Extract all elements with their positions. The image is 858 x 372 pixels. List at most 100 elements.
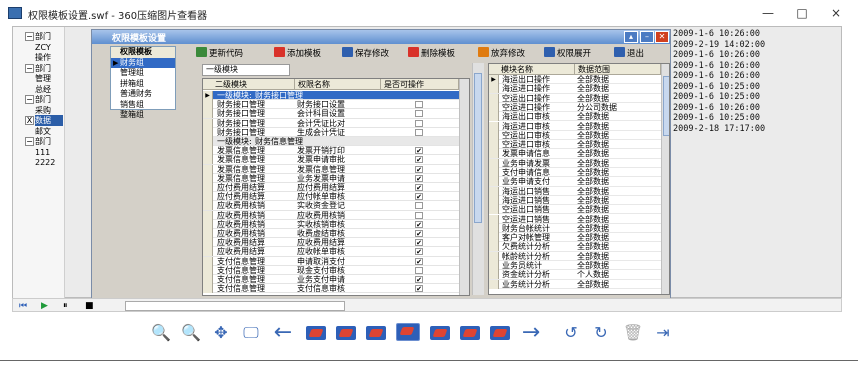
dialog-close-icon[interactable]: ✕	[655, 31, 669, 43]
left-tree-item[interactable]: 管理	[35, 73, 63, 84]
table-row[interactable]: 发票申请信息 全部数据	[489, 149, 661, 159]
export-icon[interactable]: ⇥	[652, 322, 674, 344]
left-tree-item[interactable]: 操作	[35, 52, 63, 63]
table-row[interactable]: 空运出口销售 全部数据	[489, 205, 661, 215]
frame-icon[interactable]: ⏮	[19, 301, 27, 311]
middle-scroll-thumb[interactable]	[474, 73, 482, 223]
stop-icon[interactable]: ■	[85, 301, 94, 311]
module-tab[interactable]: 一级模块	[202, 64, 290, 76]
table-row[interactable]: 发票信息管理 发票申请审批 ✔	[203, 155, 469, 165]
header-data-scope[interactable]: 数据范围	[575, 64, 661, 75]
left-tree-item[interactable]: 111	[35, 147, 63, 158]
delete-icon[interactable]: 🗑	[622, 322, 644, 344]
table-row[interactable]: 支付信息管理 业务支付申请 ✔	[203, 275, 469, 285]
table-row[interactable]: 支付信息管理 现金支付审核	[203, 265, 469, 275]
fit-window-icon[interactable]: ✥	[210, 322, 232, 344]
header-operable[interactable]: 是否可操作	[381, 79, 459, 90]
operable-checkbox[interactable]: ✔	[415, 184, 423, 192]
operable-checkbox[interactable]: ✔	[415, 239, 423, 247]
template-item[interactable]: 整箱组	[111, 110, 175, 121]
table-row[interactable]: 应收费用结算 应收帐单审核 ✔	[203, 247, 469, 257]
template-item[interactable]: 管理组	[111, 68, 175, 79]
operable-checkbox[interactable]: ✔	[415, 257, 423, 265]
table-row[interactable]: 财务接口管理 会计科目设置	[203, 109, 469, 119]
table-row[interactable]: 应收费用核销 应收费用核销	[203, 210, 469, 220]
table-row[interactable]: 帐龄统计分析 全部数据	[489, 251, 661, 261]
table-row[interactable]: 财务台帐统计 全部数据	[489, 223, 661, 234]
template-item[interactable]: 拼箱组	[111, 79, 175, 90]
operable-checkbox[interactable]	[415, 110, 423, 118]
permission-grid[interactable]: 二级模块 权限名称 是否可操作 ▶ 一级模块: 财务接口管理 财务接口管理 财务接口设置…	[202, 78, 470, 296]
left-tree-item[interactable]: ZCY	[35, 42, 63, 53]
header-permission-name[interactable]: 权限名称	[295, 79, 381, 90]
table-row[interactable]: 海运进口操作 全部数据	[489, 84, 661, 94]
table-row[interactable]: 空运出口操作 全部数据	[489, 93, 661, 103]
table-row[interactable]: 应付费用结算 应付帐单审核 ✔	[203, 192, 469, 202]
left-tree-item[interactable]: 邮文	[35, 126, 63, 137]
pause-icon[interactable]: ⏸	[63, 301, 68, 311]
tree-toggle-icon[interactable]: X	[25, 116, 34, 125]
table-row[interactable]: 欠费统计分析 全部数据	[489, 242, 661, 252]
operable-checkbox[interactable]: ✔	[415, 147, 423, 155]
group-row[interactable]: ▶ 一级模块: 财务接口管理	[203, 91, 469, 101]
operable-checkbox[interactable]	[415, 101, 423, 109]
next-arrow-icon[interactable]: →	[520, 322, 542, 344]
thumbnail-icon[interactable]	[460, 326, 480, 340]
table-row[interactable]: 空运出口审核 全部数据	[489, 130, 661, 141]
left-tree-item[interactable]: 部门	[35, 94, 63, 105]
operable-checkbox[interactable]: ✔	[415, 285, 423, 293]
table-row[interactable]: 业务统计分析 全部数据	[489, 279, 661, 289]
operable-checkbox[interactable]: ✔	[415, 230, 423, 238]
table-row[interactable]: 发票信息管理 发票开销打印 ✔	[203, 146, 469, 156]
exit-button[interactable]: 退出	[614, 47, 644, 61]
previous-arrow-icon[interactable]: ←	[272, 322, 294, 344]
left-tree-item[interactable]: 总经	[35, 84, 63, 95]
table-row[interactable]: 应收费用核销 实收资金登记	[203, 201, 469, 211]
left-tree-item[interactable]: 采购	[35, 105, 63, 116]
dialog-minimize-icon[interactable]: ▴	[624, 31, 638, 43]
thumbnail-icon[interactable]	[306, 326, 326, 340]
template-item[interactable]: 普通财务	[111, 89, 175, 100]
tree-toggle-icon[interactable]: −	[25, 32, 34, 41]
table-row[interactable]: 发票信息管理 业务发票申请 ✔	[203, 173, 469, 183]
data-scope-scrollbar[interactable]	[661, 64, 669, 294]
table-row[interactable]: 财务接口管理 生成会计凭证	[203, 127, 469, 137]
maximize-button[interactable]: □	[792, 5, 812, 21]
middle-scrollbar[interactable]	[472, 63, 484, 295]
left-tree-item[interactable]: 部门	[35, 63, 63, 74]
data-scope-grid[interactable]: 模块名称 数据范围 ▶ 海运出口操作 全部数据 海运进口操作 全部数据 空运出口操作 全部数…	[488, 63, 670, 295]
close-button[interactable]: ×	[826, 5, 846, 21]
thumbnail-icon[interactable]	[336, 326, 356, 340]
minimize-button[interactable]: —	[758, 5, 778, 21]
undo-button[interactable]: 放弃修改	[478, 47, 525, 61]
dialog-restore-icon[interactable]: –	[640, 31, 654, 43]
operable-checkbox[interactable]	[415, 128, 423, 136]
table-row[interactable]: 支付信息管理 申请取消支付 ✔	[203, 256, 469, 266]
left-tree-item[interactable]: 数据	[35, 115, 63, 126]
refresh-button[interactable]: 更新代码	[196, 47, 243, 61]
play-icon[interactable]: ▶	[41, 301, 48, 311]
add-button[interactable]: 添加模板	[274, 47, 321, 61]
table-row[interactable]: 海运出口销售 全部数据	[489, 186, 661, 196]
table-row[interactable]: 支付信息管理 支付信息审核 ✔	[203, 284, 469, 294]
zoom-out-icon[interactable]: 🔍	[180, 322, 202, 344]
left-tree-item[interactable]: 部门	[35, 136, 63, 147]
template-item[interactable]: 销售组	[111, 100, 175, 111]
tree-toggle-icon[interactable]: −	[25, 63, 34, 73]
thumbnail-icon[interactable]	[490, 326, 510, 340]
operable-checkbox[interactable]: ✔	[415, 193, 423, 201]
expand-button[interactable]: 权限展开	[544, 47, 591, 61]
thumbnail-icon[interactable]	[366, 326, 386, 340]
operable-checkbox[interactable]	[415, 266, 423, 274]
table-row[interactable]: 资金统计分析 个人数据	[489, 270, 661, 280]
operable-checkbox[interactable]	[415, 211, 423, 219]
permission-grid-scrollbar[interactable]	[459, 79, 469, 295]
table-row[interactable]: 财务接口管理 财务接口设置	[203, 100, 469, 110]
thumbnail-icon[interactable]	[430, 326, 450, 340]
left-tree-item[interactable]: 部门	[35, 31, 63, 42]
table-row[interactable]: 空运进口操作 分公司数据	[489, 102, 661, 113]
group-row[interactable]: 一级模块: 财务信息管理	[203, 137, 469, 147]
table-row[interactable]: 业务员统计 全部数据	[489, 261, 661, 271]
delete-button[interactable]: 删除模板	[408, 47, 455, 61]
table-row[interactable]: 应付费用结算 应付费用结算 ✔	[203, 183, 469, 193]
